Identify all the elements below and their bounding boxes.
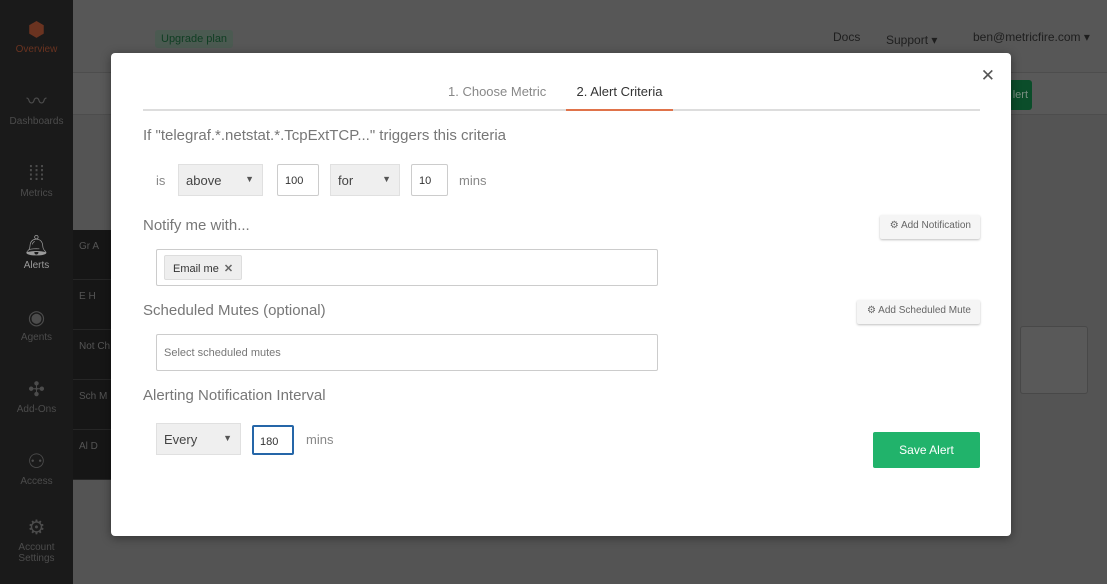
metricfire-logo-icon: ⬢ <box>27 18 46 41</box>
notify-title: Notify me with... <box>143 217 250 234</box>
sliders-icon: ⁞⁞⁞ <box>28 162 45 185</box>
wizard-tabs: 1. Choose Metric 2. Alert Criteria <box>143 79 980 111</box>
caret-down-icon: ▼ <box>382 174 391 184</box>
sidebar-item-account-settings[interactable]: ⚙ Account Settings <box>0 504 73 576</box>
interval-title: Alerting Notification Interval <box>143 387 326 404</box>
docs-link[interactable]: Docs <box>833 30 860 44</box>
gear-icon: ⚙ <box>889 220 901 231</box>
notification-chip: Email me ✕ <box>164 255 243 280</box>
save-alert-button[interactable]: Save Alert <box>873 432 980 468</box>
notification-select[interactable]: Email me ✕ <box>156 249 658 286</box>
duration-mode-select[interactable]: for ▼ <box>330 164 400 196</box>
alert-modal: ✕ 1. Choose Metric 2. Alert Criteria If … <box>111 53 1011 536</box>
mins-label: mins <box>459 173 487 188</box>
remove-icon[interactable]: ✕ <box>224 263 233 275</box>
sidebar: ⬢ Overview 〰 Dashboards ⁞⁞⁞ Metrics 🔔︎ Alert… <box>0 0 73 584</box>
criteria-title: If "telegraf.*.netstat.*.TcpExtTCP..." t… <box>143 127 507 144</box>
duration-input[interactable]: 10 <box>411 164 448 196</box>
sidebar-item-alerts[interactable]: 🔔︎ Alerts <box>0 216 73 288</box>
support-menu[interactable]: Support ▾ <box>886 33 937 47</box>
tab-alert-criteria[interactable]: 2. Alert Criteria <box>566 84 673 111</box>
tab-choose-metric[interactable]: 1. Choose Metric <box>448 84 546 111</box>
threshold-input[interactable]: 100 <box>277 164 319 196</box>
add-scheduled-mute-button[interactable]: ⚙ Add Scheduled Mute <box>856 300 980 324</box>
eye-icon: ◉ <box>27 306 46 329</box>
gear-icon: ⚙ <box>27 517 46 539</box>
user-menu[interactable]: ben@metricfire.com ▾ <box>973 30 1090 44</box>
is-label: is <box>156 173 166 188</box>
chart-line-icon: 〰 <box>26 90 47 113</box>
add-notification-button[interactable]: ⚙ Add Notification <box>879 215 980 239</box>
upgrade-plan-button[interactable]: Upgrade plan <box>155 30 234 48</box>
bell-icon: 🔔︎ <box>23 234 50 257</box>
sidebar-item-metrics[interactable]: ⁞⁞⁞ Metrics <box>0 144 73 216</box>
users-icon: ⚇ <box>27 450 46 473</box>
sidebar-item-agents[interactable]: ◉ Agents <box>0 288 73 360</box>
close-icon[interactable]: ✕ <box>981 66 995 86</box>
mutes-title: Scheduled Mutes (optional) <box>143 302 326 319</box>
interval-input[interactable]: 180 <box>252 425 294 455</box>
sidebar-item-dashboards[interactable]: 〰 Dashboards <box>0 72 73 144</box>
interval-mode-select[interactable]: Every ▼ <box>156 423 241 455</box>
operator-select[interactable]: above ▼ <box>178 164 263 196</box>
scheduled-mutes-select[interactable]: Select scheduled mutes <box>156 334 658 371</box>
sidebar-item-overview[interactable]: ⬢ Overview <box>0 0 73 72</box>
puzzle-icon: ✣ <box>28 378 45 401</box>
interval-unit-label: mins <box>306 432 334 447</box>
caret-down-icon: ▼ <box>245 174 254 184</box>
caret-down-icon: ▼ <box>223 433 232 443</box>
sidebar-item-access[interactable]: ⚇ Access <box>0 432 73 504</box>
background-card <box>1020 326 1088 394</box>
gear-icon: ⚙ <box>866 305 879 316</box>
sidebar-item-addons[interactable]: ✣ Add-Ons <box>0 360 73 432</box>
